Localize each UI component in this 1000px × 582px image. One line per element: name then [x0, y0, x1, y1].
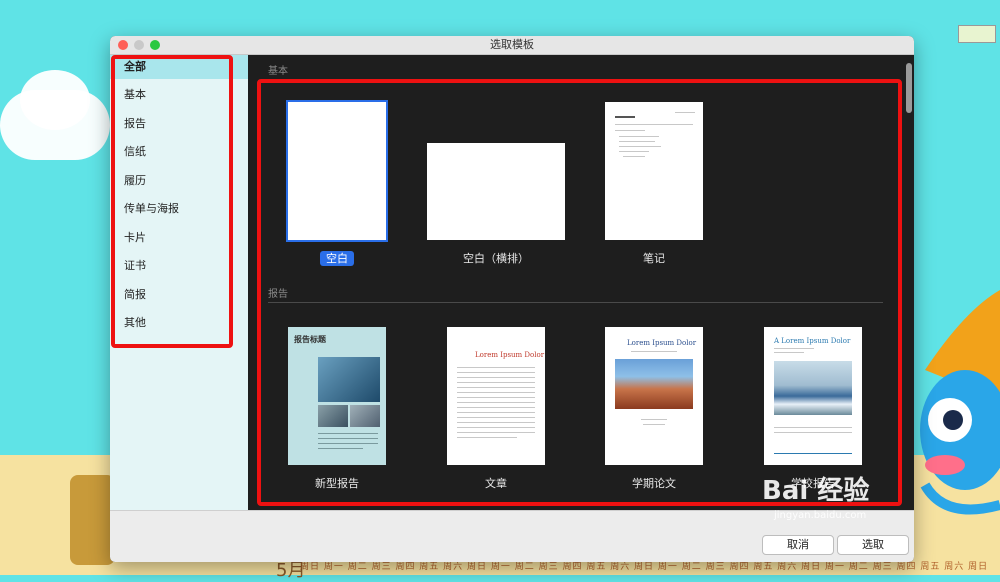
titlebar: 选取模板 [110, 36, 914, 55]
annotation-box-gallery [257, 79, 902, 506]
cloud [20, 70, 90, 130]
treasure-chest-icon [70, 475, 115, 565]
watermark-subtext: jingyan.baidu.com [774, 510, 867, 521]
minimize-button[interactable] [134, 40, 144, 50]
close-button[interactable] [118, 40, 128, 50]
choose-button[interactable]: 选取 [837, 535, 909, 555]
baidu-watermark: Bai 经验 jingyan.baidu.com [760, 470, 950, 530]
window-title: 选取模板 [490, 38, 534, 51]
vertical-scrollbar[interactable] [906, 63, 912, 113]
zoom-button[interactable] [150, 40, 160, 50]
annotation-box-sidebar [111, 55, 233, 348]
desktop-thumbnail-icon[interactable] [958, 25, 996, 43]
watermark-text: Bai 经验 [762, 476, 870, 506]
section-title-basic: 基本 [268, 66, 288, 77]
cancel-button[interactable]: 取消 [762, 535, 834, 555]
